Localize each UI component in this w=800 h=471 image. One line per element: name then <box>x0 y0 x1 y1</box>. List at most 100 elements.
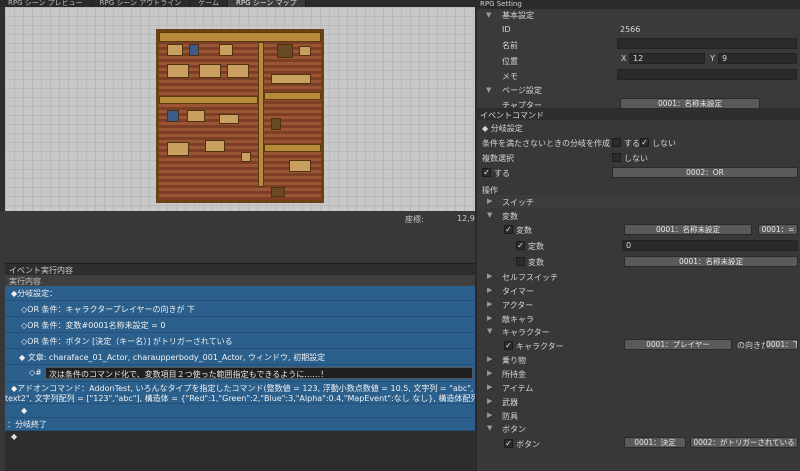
map-tiles[interactable] <box>156 29 324 203</box>
map-bed <box>289 160 311 172</box>
map-bookshelf <box>189 44 199 56</box>
map-wall-right <box>264 92 321 100</box>
map-wall-right-2 <box>264 144 321 152</box>
event-row-text: ◇# <box>29 368 42 377</box>
expand-triangle-icon[interactable]: ▶ <box>487 355 492 363</box>
button-section-label[interactable]: ボタン <box>502 424 526 435</box>
else-no-label: しない <box>652 139 676 148</box>
actor-label[interactable]: アクター <box>502 300 533 311</box>
timer-label[interactable]: タイマー <box>502 286 534 297</box>
coord-label: 座標: <box>405 215 424 224</box>
tab-scene-outline[interactable]: RPG シーン アウトライン <box>92 0 191 7</box>
y-label: Y <box>710 54 715 63</box>
event-row[interactable]: ：分岐終了 <box>5 418 475 431</box>
weapon-label[interactable]: 武器 <box>502 397 518 408</box>
armor-label[interactable]: 防具 <box>502 411 518 422</box>
map-cabinet <box>167 44 183 56</box>
else-no-checkbox[interactable]: ✓ <box>640 138 649 147</box>
button-checkbox[interactable]: ✓ <box>504 439 513 448</box>
character-select[interactable]: 0001：プレイヤー <box>624 339 732 350</box>
expand-triangle-icon[interactable]: ▶ <box>487 411 492 419</box>
const-checkbox[interactable]: ✓ <box>516 241 525 250</box>
event-row[interactable]: ◇OR 条件：変数#0001名称未設定 = 0 <box>5 317 475 333</box>
vehicle-label[interactable]: 乗り物 <box>502 355 526 366</box>
event-row-note[interactable]: ◇# 次は条件のコマンド化で、変数項目２つ使った範囲指定もできるように……！ <box>5 365 475 382</box>
event-row[interactable]: ◆ 文章: charaface_01_Actor, charaupperbody… <box>5 349 475 365</box>
event-row-text: ◆ 文章: charaface_01_Actor, charaupperbody… <box>19 353 326 362</box>
do-checkbox[interactable]: ✓ <box>482 168 491 177</box>
expand-triangle-icon[interactable]: ▶ <box>487 300 492 308</box>
collapse-triangle-icon[interactable]: ▼ <box>487 327 492 335</box>
map-bookshelf <box>167 110 179 122</box>
tab-scene-preview[interactable]: RPG シーン プレビュー <box>0 0 92 7</box>
name-label: 名前 <box>502 41 518 50</box>
trigger-select[interactable]: 0002：がトリガーされている <box>690 437 798 448</box>
character-checkbox[interactable]: ✓ <box>504 341 513 350</box>
variable-label: 変数 <box>516 226 532 235</box>
expand-triangle-icon[interactable]: ▶ <box>487 197 492 205</box>
map-door <box>271 187 285 197</box>
or-select[interactable]: 0002：OR <box>612 167 798 178</box>
map-table <box>167 142 189 156</box>
map-barrel <box>299 46 311 56</box>
event-row-empty[interactable]: ◆ <box>11 432 17 441</box>
direction-select[interactable]: 0001：下 <box>765 339 798 350</box>
event-panel-header: イベント実行内容 <box>5 263 475 275</box>
map-event-marker[interactable] <box>271 118 281 130</box>
event-row[interactable]: ◆分岐設定： <box>5 286 475 301</box>
event-subheader: 実行内容 <box>5 275 475 286</box>
map-scene-view[interactable] <box>5 7 475 211</box>
event-row[interactable]: ◆ <box>5 404 475 418</box>
event-row-text: ◇OR 条件：ボタン [決定（キー名）] がトリガーされている <box>21 337 233 346</box>
tab-game[interactable]: ゲーム <box>190 0 229 7</box>
variable-op-select[interactable]: 0001：= <box>758 224 798 235</box>
panel-splitter[interactable] <box>475 0 477 471</box>
item-label[interactable]: アイテム <box>502 383 533 394</box>
event-note-text: 次は条件のコマンド化で、変数項目２つ使った範囲指定もできるように……！ <box>49 370 329 379</box>
variable-section-label: 変数 <box>502 212 518 221</box>
variable-checkbox[interactable]: ✓ <box>504 225 513 234</box>
button-label: ボタン <box>516 440 540 449</box>
expand-triangle-icon[interactable]: ▶ <box>487 383 492 391</box>
character-section-label[interactable]: キャラクター <box>502 327 550 338</box>
event-command-list[interactable]: ◆分岐設定： ◇OR 条件：キャラクタープレイヤーの向きが 下 ◇OR 条件：変… <box>5 286 475 471</box>
memo-field[interactable] <box>617 69 797 80</box>
const-label: 定数 <box>528 242 544 251</box>
gold-label[interactable]: 所持金 <box>502 369 526 380</box>
expand-triangle-icon[interactable]: ▶ <box>487 397 492 405</box>
expand-triangle-icon[interactable]: ▶ <box>487 272 492 280</box>
collapse-triangle-icon[interactable]: ▼ <box>486 11 491 19</box>
variable-section-row[interactable] <box>475 209 800 222</box>
tab-scene-map[interactable]: RPG シーン マップ <box>228 0 306 7</box>
else-yes-checkbox[interactable] <box>612 138 621 147</box>
collapse-triangle-icon[interactable]: ▼ <box>486 86 491 94</box>
multi-no-checkbox[interactable] <box>612 153 621 162</box>
map-wall-top <box>159 32 321 42</box>
event-row[interactable]: ◇OR 条件：ボタン [決定（キー名）] がトリガーされている <box>5 333 475 349</box>
var2-select[interactable]: 0001：名称未設定 <box>624 256 798 267</box>
expand-triangle-icon[interactable]: ▶ <box>487 369 492 377</box>
variable-select[interactable]: 0001：名称未設定 <box>624 224 752 235</box>
var2-checkbox[interactable] <box>516 257 525 266</box>
name-field[interactable] <box>617 38 797 49</box>
event-row-text: ：分岐終了 <box>7 420 47 429</box>
button-select[interactable]: 0001：決定 <box>624 437 686 448</box>
x-field[interactable]: 12 <box>629 53 705 64</box>
event-command-header: イベントコマンド <box>475 108 800 120</box>
collapse-triangle-icon[interactable]: ▼ <box>487 424 492 432</box>
map-table <box>205 140 225 152</box>
switch-label: スイッチ <box>502 198 534 207</box>
map-wall-divider <box>258 42 264 187</box>
self-switch-label[interactable]: セルフスイッチ <box>502 272 558 283</box>
enemy-label[interactable]: 敵キャラ <box>502 314 534 325</box>
const-field[interactable]: 0 <box>622 240 798 251</box>
event-row[interactable]: ◇OR 条件：キャラクタープレイヤーの向きが 下 <box>5 301 475 317</box>
expand-triangle-icon[interactable]: ▶ <box>487 314 492 322</box>
event-note-textbox[interactable]: 次は条件のコマンド化で、変数項目２つ使った範囲指定もできるように……！ <box>45 367 473 379</box>
event-command-title: イベントコマンド <box>480 111 544 120</box>
collapse-triangle-icon[interactable]: ▼ <box>487 211 492 219</box>
event-row-addon[interactable]: ◆アドオンコマンド：AddonTest, いろんなタイプを指定したコマンド(整数… <box>5 382 475 404</box>
expand-triangle-icon[interactable]: ▶ <box>487 286 492 294</box>
y-field[interactable]: 9 <box>718 53 797 64</box>
map-counter <box>271 74 311 84</box>
